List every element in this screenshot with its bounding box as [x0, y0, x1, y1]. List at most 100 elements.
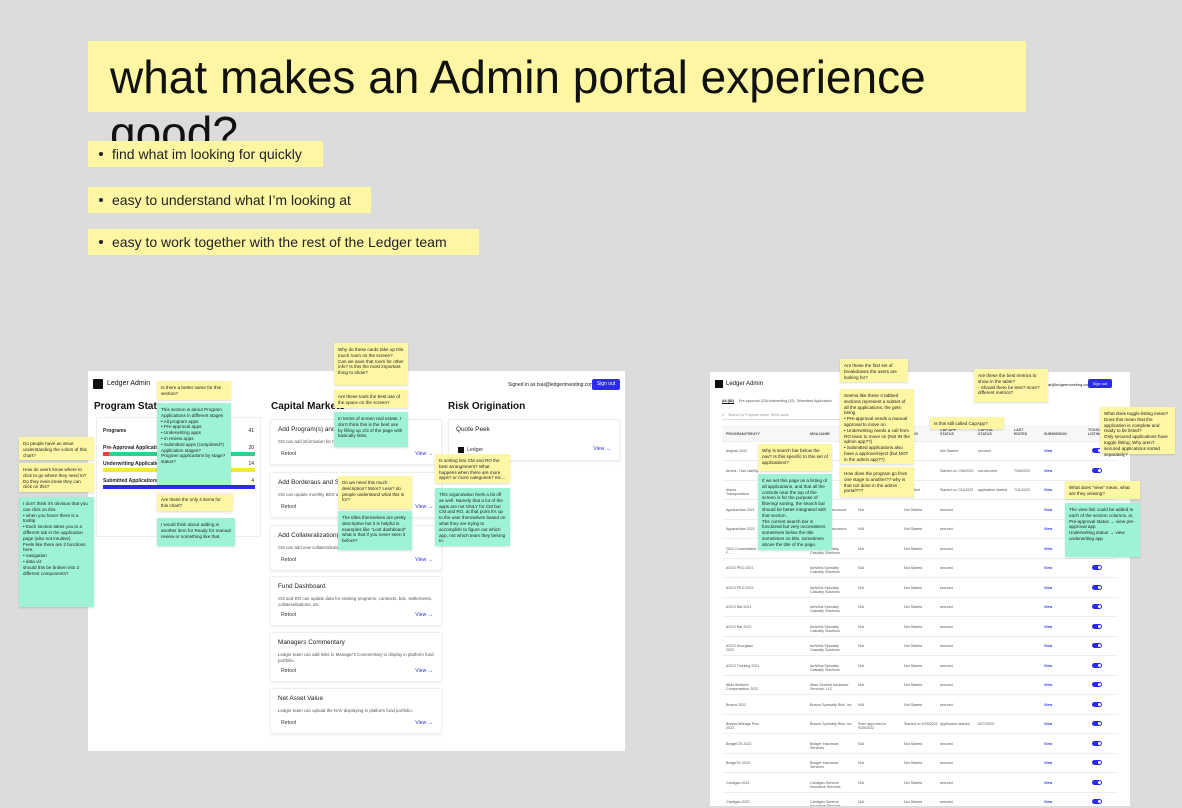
view-link[interactable]: View [1044, 761, 1078, 765]
table-cell: N/A [858, 546, 864, 551]
view-link[interactable]: View → [415, 504, 433, 510]
table-cell: Bridger Insurance Services [810, 761, 839, 769]
toggle-listing-switch[interactable] [1092, 467, 1102, 473]
sign-out-button[interactable]: Sign out [1088, 379, 1112, 388]
sticky-note: The view link could be added to each of … [1065, 503, 1140, 557]
tool-card[interactable]: Fund Dashboard CM and RO can update data… [270, 576, 442, 626]
sticky-note: Are these the first set of breakdowns th… [840, 359, 908, 382]
view-link[interactable]: View [1044, 644, 1078, 648]
table-cell: ASCS Nat 2022 [726, 624, 752, 629]
sticky-note: Is there a better name for this section? [157, 381, 231, 400]
table-cell: secured [940, 780, 953, 785]
view-link[interactable]: View → [593, 446, 611, 452]
table-cell: BridgeTix 2022 [726, 761, 751, 765]
header-submission[interactable]: SUBMISSION [1044, 432, 1067, 436]
sticky-note: This organization feels a bit off as wel… [435, 488, 510, 546]
table-cell: N/A [858, 585, 864, 590]
table-cell: Not Started [904, 663, 923, 668]
view-link[interactable]: View [1044, 586, 1078, 590]
view-link[interactable]: View [1044, 449, 1078, 453]
table-cell: Bravos 2022 [726, 702, 747, 707]
table-cell: N/A [858, 663, 864, 668]
table-cell: N/A [858, 566, 864, 570]
toggle-listing-switch[interactable] [1092, 584, 1102, 590]
toggle-listing-switch[interactable] [1092, 701, 1102, 707]
tool-card[interactable]: Net Asset Value Ledger team can upload t… [270, 688, 442, 734]
tab-preapproval[interactable]: Pre-approval (33) [739, 399, 767, 403]
view-link[interactable]: View [1044, 800, 1078, 804]
table-cell: Cardigan General Insurance Services [810, 800, 841, 806]
view-link[interactable]: View → [415, 720, 433, 726]
tab-underwriting[interactable]: Underwriting (33) [767, 399, 795, 403]
table-cell: Cardigan General Insurance Services [810, 780, 841, 789]
view-link[interactable]: View [1044, 469, 1078, 473]
view-link[interactable]: View [1044, 664, 1078, 668]
view-link[interactable]: View → [415, 451, 433, 457]
toggle-listing-switch[interactable] [1092, 604, 1102, 609]
toggle-listing-switch[interactable] [1092, 721, 1102, 726]
table-cell: Appalachian 2022 [726, 527, 755, 531]
table-cell: Seen approved in 9/28/2022 [858, 722, 887, 730]
view-link[interactable]: View [1044, 703, 1078, 707]
view-link[interactable]: View [1044, 683, 1078, 687]
table-cell: Not Started [904, 644, 923, 648]
toggle-listing-switch[interactable] [1092, 779, 1102, 785]
table-row: Cardigan 2021 Cardigan General Insurance … [722, 774, 1118, 793]
toggle-listing-switch[interactable] [1092, 799, 1102, 804]
table-cell: AmWins Specialty Casualty Solutions [810, 624, 840, 633]
retool-link[interactable]: Retool [281, 504, 296, 510]
table-cell: AmWins Specialty Casualty Solutions [810, 585, 840, 594]
view-link[interactable]: View [1044, 781, 1078, 785]
signed-in-text: tsai@ledgerinvesting.com [1045, 382, 1091, 387]
table-cell: Not Started [904, 761, 923, 765]
sticky-note: If we set this page as a listing of all … [758, 474, 832, 550]
retool-link[interactable]: Retool [281, 720, 296, 726]
table-cell: Not Started [904, 683, 923, 687]
toggle-listing-switch[interactable] [1092, 662, 1102, 668]
header-capital-status[interactable]: CAPITAL STATUS [978, 428, 1008, 436]
table-cell: Not Started [904, 741, 923, 746]
toggle-listing-switch[interactable] [1092, 623, 1102, 629]
retool-link[interactable]: Retool [281, 668, 296, 674]
view-link[interactable]: View [1044, 605, 1078, 609]
table-cell: Atlas Workers' Compensation 2022 [726, 683, 759, 691]
sticky-note: In terms of screen real estate, I don't … [334, 412, 408, 447]
ledger-link[interactable]: Ledger [467, 447, 483, 453]
table-cell: Started on 7/06/2022 [940, 468, 974, 473]
table-cell: Cardigan 2022 [726, 800, 750, 804]
tab-all[interactable]: All (82) [722, 399, 734, 404]
sticky-note: How do users know where to click to go w… [19, 463, 94, 492]
header-capapp-status[interactable]: CAP-APP STATUS [940, 428, 970, 436]
status-label-underwriting: Underwriting Applications [103, 461, 166, 467]
toggle-listing-switch[interactable] [1092, 565, 1102, 570]
toggle-listing-switch[interactable] [1092, 643, 1102, 648]
view-link[interactable]: View → [415, 612, 433, 618]
table-row: ASCS PEO 2021 AmWins Specialty Casualty S… [722, 559, 1118, 578]
sticky-note: Do people have an issue understanding th… [19, 437, 94, 460]
tab-submitted[interactable]: Submitted Application [797, 399, 832, 403]
table-cell: ASCS Nat 2021 [726, 605, 752, 609]
view-link[interactable]: View → [415, 668, 433, 674]
table-cell: Not Started [904, 624, 923, 629]
view-link[interactable]: View [1044, 566, 1078, 570]
sticky-note: The titles themselves are pretty descrip… [338, 511, 412, 550]
table-cell: Not Started [904, 605, 923, 609]
table-cell: N/A [858, 800, 864, 804]
toggle-listing-switch[interactable] [1092, 682, 1102, 687]
retool-link[interactable]: Retool [281, 451, 296, 457]
table-cell: Alamo Transportation [726, 488, 750, 496]
header-last-edited[interactable]: LAST EDITED [1014, 428, 1034, 436]
sign-out-button[interactable]: Sign out [592, 379, 620, 390]
view-link[interactable]: View [1044, 625, 1078, 629]
tool-card[interactable]: Managers Commentary Ledger team can add … [270, 632, 442, 682]
view-link[interactable]: View [1044, 742, 1078, 746]
header-mga[interactable]: MGA NAME [810, 432, 830, 436]
retool-link[interactable]: Retool [281, 612, 296, 618]
view-link[interactable]: View [1044, 722, 1078, 726]
toggle-listing-switch[interactable] [1092, 740, 1102, 746]
toggle-listing-switch[interactable] [1092, 760, 1102, 765]
view-link[interactable]: View → [415, 557, 433, 563]
retool-link[interactable]: Retool [281, 557, 296, 563]
table-cell: AmWins Specialty Casualty Solutions [810, 644, 840, 652]
header-program[interactable]: PROGRAM/TREATY [726, 432, 760, 436]
